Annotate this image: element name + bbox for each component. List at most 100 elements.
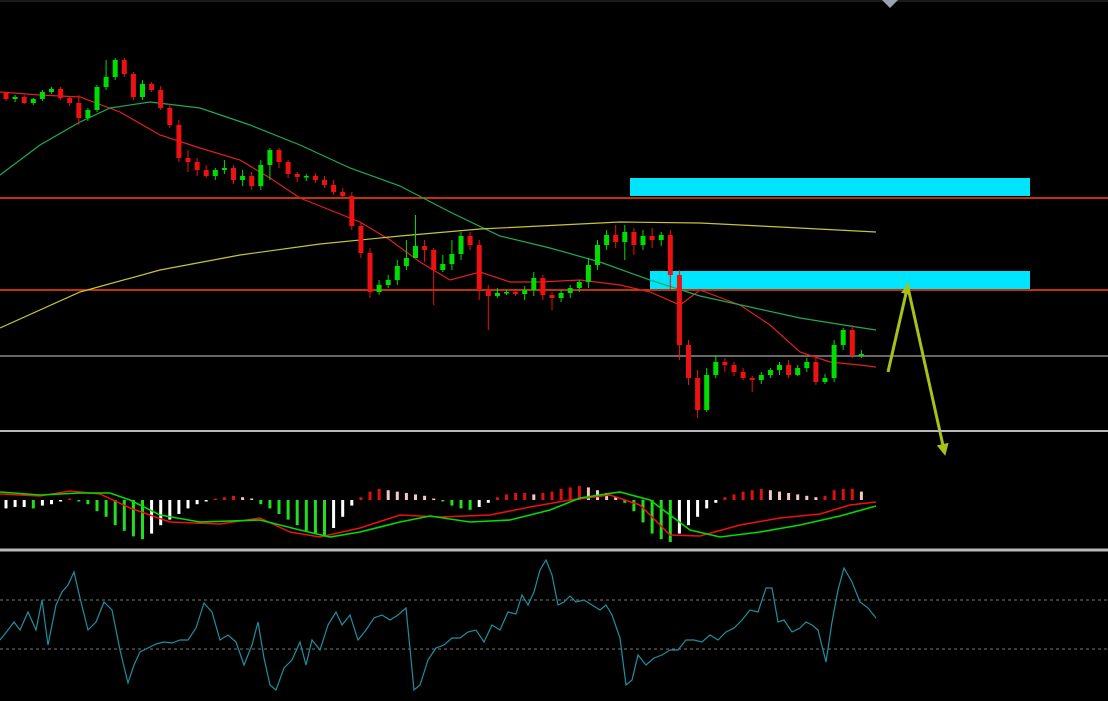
macd-histogram-bar — [295, 500, 299, 526]
candle — [631, 228, 637, 255]
macd-histogram-bar — [714, 500, 718, 503]
candle — [622, 225, 628, 260]
candle — [194, 158, 200, 176]
candle — [485, 285, 491, 330]
ma-mid-line — [0, 101, 877, 331]
candle-body — [704, 375, 710, 410]
candle-body — [758, 375, 764, 380]
candle-body — [449, 254, 455, 264]
candle — [449, 240, 455, 270]
macd-histogram-bar — [195, 500, 199, 505]
macd-histogram-bar — [477, 500, 481, 507]
candle-body — [831, 345, 837, 378]
macd-histogram-bar — [505, 494, 508, 500]
macd-histogram-bar — [341, 500, 345, 517]
candle-body — [185, 158, 191, 162]
macd-histogram-bar — [432, 498, 436, 500]
candle — [786, 360, 792, 378]
candle — [513, 290, 519, 296]
candle — [795, 365, 801, 376]
candle-body — [722, 362, 728, 365]
macd-histogram-bar — [787, 493, 791, 500]
scroll-marker-icon[interactable] — [882, 0, 898, 8]
trading-chart — [0, 0, 1108, 701]
candle — [858, 350, 864, 358]
macd-histogram-bar — [213, 498, 217, 500]
candle — [358, 222, 364, 258]
macd-histogram-bar — [104, 500, 108, 517]
candle — [704, 368, 710, 412]
candle-body — [549, 295, 555, 298]
macd-histogram-bar — [541, 493, 545, 500]
candle-body — [476, 245, 482, 290]
candle-body — [595, 245, 600, 265]
candle-body — [149, 84, 155, 90]
macd-histogram-bar — [304, 500, 308, 531]
candle — [49, 87, 54, 94]
candle — [749, 376, 755, 392]
candle — [322, 176, 327, 188]
candle-body — [376, 285, 382, 292]
macd-histogram-bar — [131, 500, 135, 537]
candle — [540, 275, 546, 300]
candle — [613, 225, 619, 248]
candle — [112, 58, 118, 80]
candle — [385, 275, 391, 288]
macd-histogram-bar — [50, 500, 53, 505]
candle — [76, 95, 82, 125]
macd-histogram-bar — [814, 497, 818, 500]
candle — [831, 340, 837, 382]
candle-body — [658, 235, 664, 240]
candle — [30, 98, 36, 105]
macd-histogram-bar — [313, 500, 317, 534]
candle-body — [440, 264, 446, 270]
macd-histogram-bar — [177, 500, 181, 514]
candle-body — [231, 168, 236, 180]
macd-histogram-bar — [414, 494, 417, 500]
candle-body — [3, 93, 9, 99]
macd-histogram-bar — [805, 495, 809, 500]
macd-histogram-bar — [641, 500, 645, 523]
candle — [285, 160, 291, 178]
candle — [585, 258, 591, 288]
candle-body — [813, 362, 819, 382]
macd-histogram-bar — [559, 488, 563, 500]
candle-body — [567, 288, 573, 293]
candle-body — [458, 236, 464, 254]
candle-body — [285, 162, 291, 174]
candle-body — [312, 176, 318, 180]
macd-histogram-bar — [450, 500, 454, 506]
candle-body — [130, 74, 136, 97]
candle-body — [85, 110, 91, 118]
candle — [595, 240, 600, 270]
macd-histogram-bar — [159, 500, 163, 526]
candle-body — [394, 266, 400, 280]
candle-body — [331, 185, 337, 192]
candle — [531, 272, 537, 296]
macd-histogram-bar — [332, 500, 336, 528]
candle-body — [367, 253, 373, 292]
candle-body — [303, 176, 309, 178]
candle-body — [413, 246, 418, 258]
macd-histogram-bar — [841, 488, 845, 500]
candle-body — [822, 378, 828, 382]
candle-body — [513, 292, 519, 294]
candle — [349, 192, 355, 230]
candle — [467, 232, 473, 250]
macd-histogram-bar — [13, 500, 17, 507]
candle-body — [676, 275, 682, 345]
candle — [294, 172, 300, 182]
candle-body — [795, 368, 801, 375]
macd-histogram-bar — [386, 490, 390, 500]
candle-body — [30, 99, 36, 103]
candle — [267, 148, 273, 180]
candle — [567, 285, 573, 298]
candle-body — [576, 282, 582, 288]
candle — [3, 93, 9, 101]
macd-histogram-bar — [514, 493, 518, 500]
candle-body — [103, 77, 109, 87]
candle-body — [349, 196, 355, 226]
candle-body — [276, 150, 282, 162]
candle-body — [613, 235, 619, 242]
candle-body — [494, 293, 500, 296]
